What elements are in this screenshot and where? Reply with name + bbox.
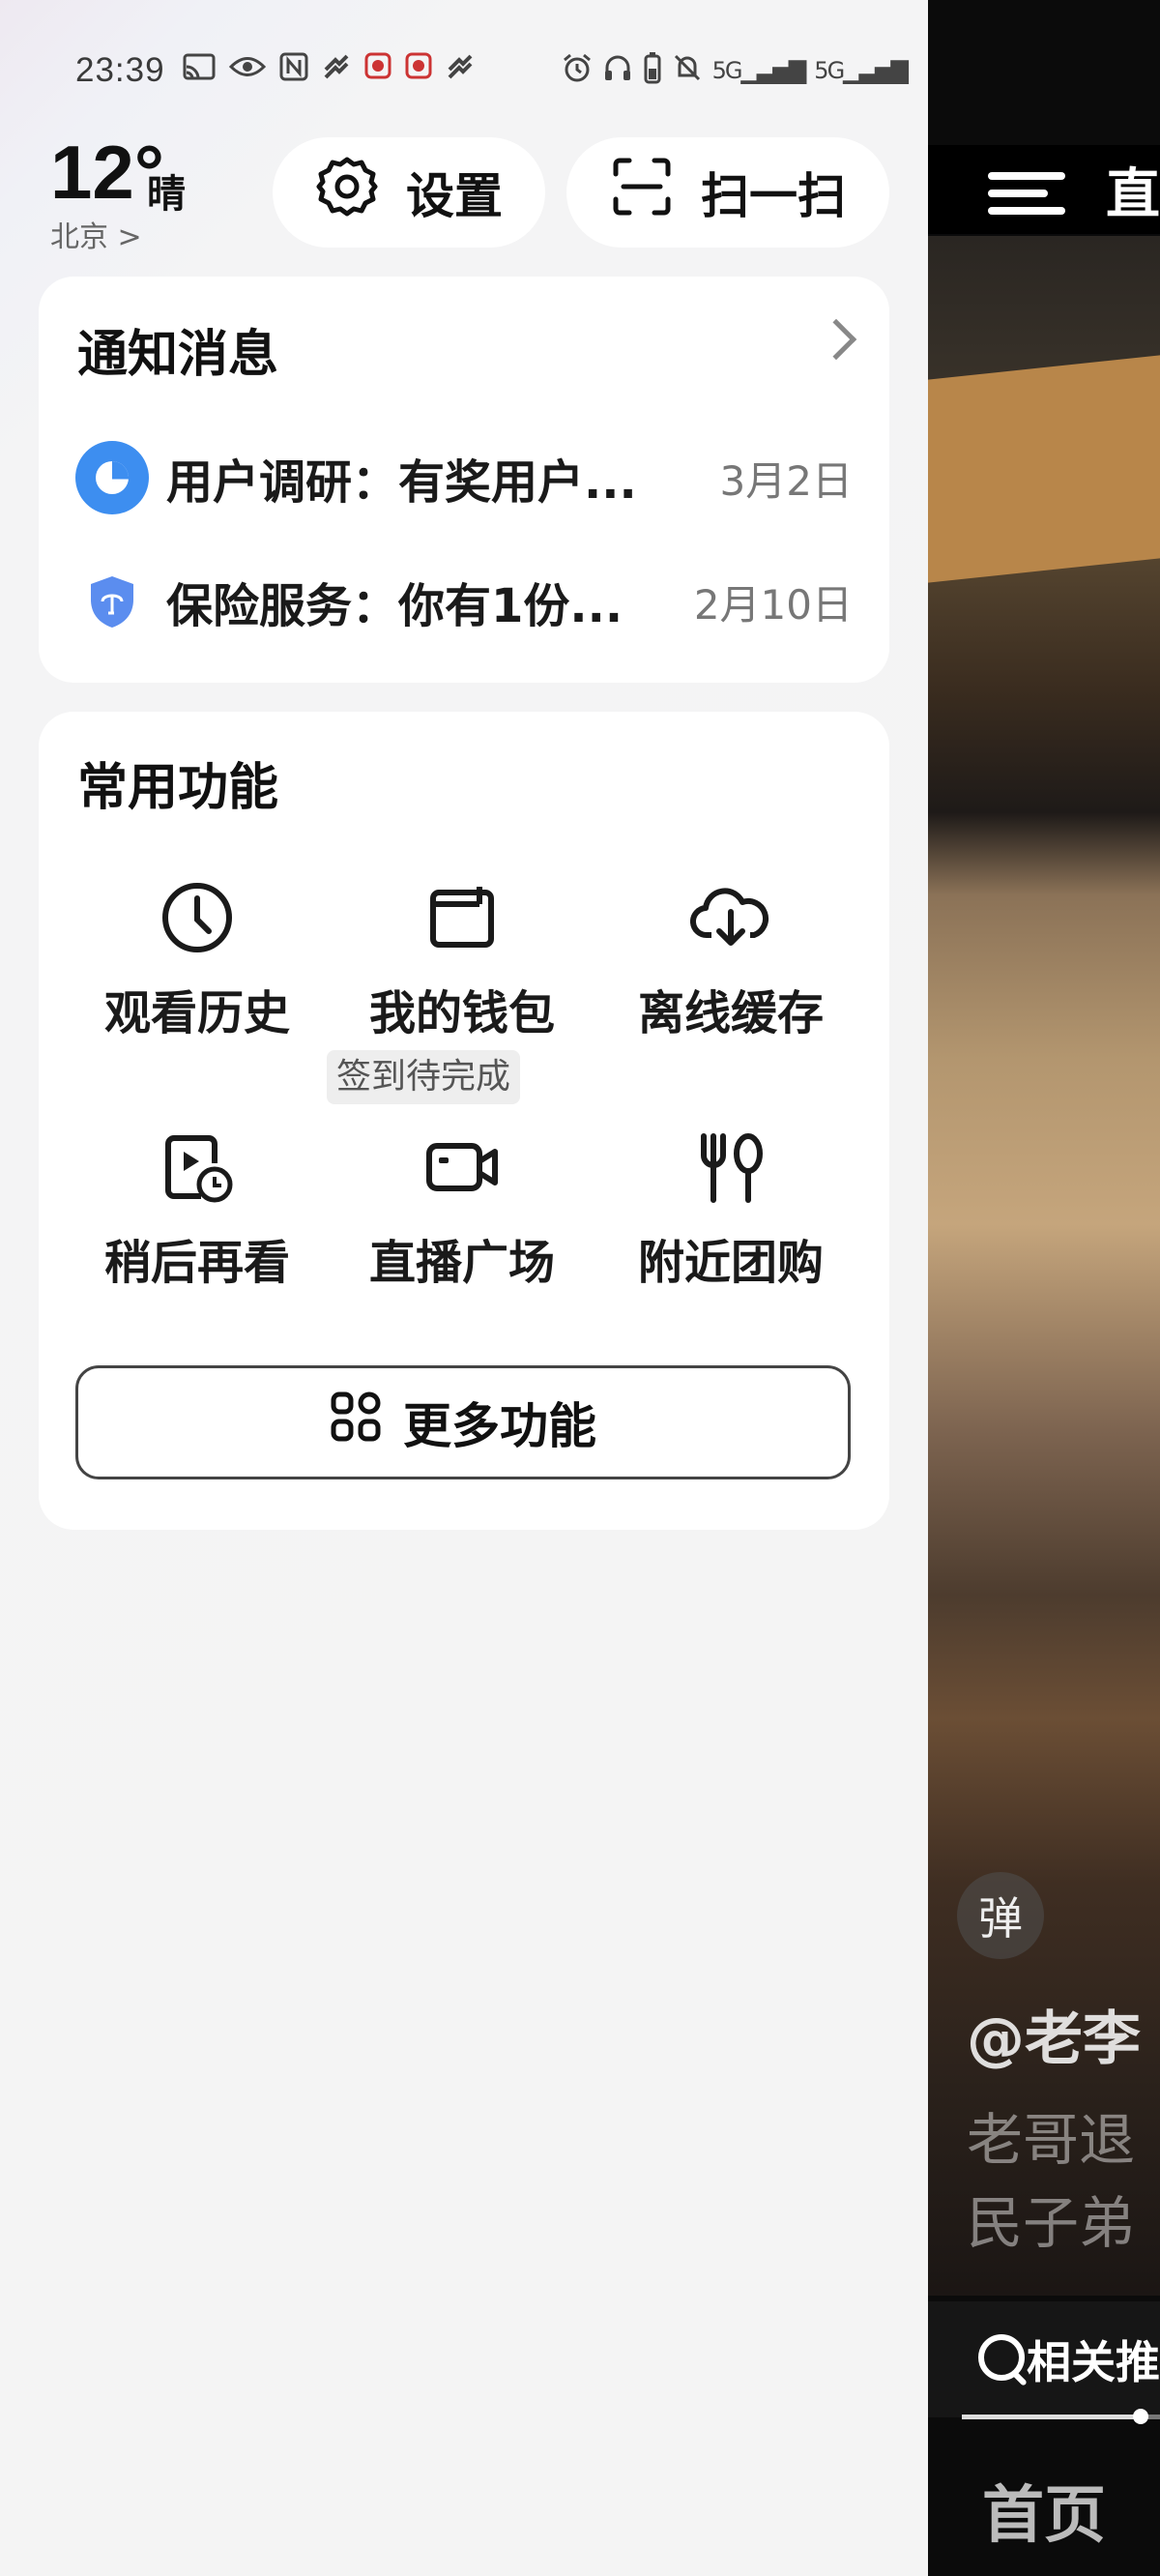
- status-bar: 23:39 5G▁▃▅▇ 5G▁▃▅▇: [75, 46, 909, 95]
- cast-icon: [183, 52, 216, 89]
- wallet-badge: 签到待完成: [327, 1050, 521, 1104]
- status-icons-right: 5G▁▃▅▇ 5G▁▃▅▇: [562, 51, 909, 91]
- notification-item[interactable]: 保险服务：你有1份... 2月10日: [75, 563, 853, 640]
- status-icons-left: [183, 52, 475, 89]
- tab-home[interactable]: 首页: [982, 2466, 1106, 2555]
- scan-button[interactable]: 扫一扫: [566, 137, 889, 248]
- shield-icon: [75, 565, 149, 638]
- menu-icon[interactable]: [988, 161, 1065, 219]
- gear-icon: [315, 155, 379, 230]
- background-top-text[interactable]: 直: [1106, 151, 1160, 229]
- search-icon: [976, 2332, 1025, 2386]
- app-icon: [446, 52, 475, 89]
- function-label: 观看历史: [103, 986, 290, 1040]
- survey-icon: [75, 441, 149, 514]
- video-progress-handle[interactable]: [1132, 2409, 1148, 2424]
- watch-later-icon: [154, 1124, 241, 1211]
- settings-button[interactable]: 设置: [273, 137, 545, 248]
- network-label: 5G: [814, 57, 845, 84]
- more-functions-label: 更多功能: [403, 1398, 596, 1454]
- video-description: 老哥退 民子弟: [967, 2098, 1135, 2265]
- function-offline-cache[interactable]: 离线缓存: [595, 874, 866, 1042]
- function-label: 附近团购: [637, 1236, 824, 1290]
- function-label: 我的钱包: [368, 986, 555, 1040]
- settings-label: 设置: [406, 168, 503, 224]
- headphones-icon: [602, 52, 633, 90]
- battery-icon: [643, 51, 662, 91]
- nfc-icon: [279, 52, 308, 89]
- wallet-icon: [419, 874, 506, 961]
- function-wallet[interactable]: 我的钱包: [327, 874, 597, 1042]
- background-top-bar: 直: [928, 145, 1160, 234]
- alarm-icon: [562, 52, 593, 90]
- signal-icon: 5G▁▃▅▇: [814, 57, 909, 84]
- scan-icon: [610, 155, 674, 230]
- side-drawer: 23:39 5G▁▃▅▇ 5G▁▃▅▇ 12° 晴 北京 > 设置 扫一扫 通知…: [0, 0, 928, 2576]
- weather-city[interactable]: 北京 >: [50, 213, 142, 255]
- notification-text: 用户调研：有奖用户...: [166, 455, 637, 510]
- video-progress-bar[interactable]: [962, 2409, 1160, 2424]
- scan-label: 扫一扫: [701, 168, 846, 224]
- danmu-toggle-button[interactable]: 弹: [957, 1872, 1044, 1959]
- function-live-plaza[interactable]: 直播广场: [327, 1124, 597, 1292]
- network-label: 5G: [711, 57, 743, 84]
- video-description-line: 老哥退: [967, 2107, 1136, 2173]
- more-functions-button[interactable]: 更多功能: [75, 1365, 851, 1479]
- function-label: 离线缓存: [637, 986, 824, 1040]
- function-watch-history[interactable]: 观看历史: [62, 874, 333, 1042]
- chevron-right-icon[interactable]: [815, 318, 857, 361]
- weather-condition: 晴: [147, 172, 186, 217]
- function-watch-later[interactable]: 稍后再看: [62, 1124, 333, 1292]
- video-progress-fill: [962, 2415, 1141, 2419]
- app-icon: [322, 52, 351, 89]
- video-author[interactable]: @老李: [967, 1992, 1141, 2076]
- weather-widget[interactable]: 12° 晴 北京 >: [50, 133, 263, 254]
- cloud-download-icon: [687, 874, 774, 961]
- function-nearby-deals[interactable]: 附近团购: [595, 1124, 866, 1292]
- signal-icon: 5G▁▃▅▇: [711, 57, 807, 84]
- video-scene-sign: [928, 355, 1160, 583]
- app-icon: [364, 52, 392, 89]
- video-camera-icon: [419, 1124, 506, 1211]
- background-app: 直 弹 @老李 老哥退 民子弟 相关推 首页: [928, 0, 1160, 2576]
- notification-date: 3月2日: [719, 456, 853, 505]
- clock-icon: [154, 874, 241, 961]
- notifications-card: 通知消息 用户调研：有奖用户... 3月2日 保险服务：你有1份... 2月10…: [39, 277, 889, 683]
- related-search-bar[interactable]: 相关推: [928, 2301, 1160, 2417]
- app-icon: [405, 52, 432, 89]
- fork-spoon-icon: [687, 1124, 774, 1211]
- function-label: 稍后再看: [103, 1236, 290, 1290]
- eye-icon: [228, 52, 266, 89]
- mute-icon: [672, 52, 703, 90]
- notification-item[interactable]: 用户调研：有奖用户... 3月2日: [75, 439, 853, 516]
- related-search-text: 相关推: [1027, 2336, 1160, 2388]
- video-description-line: 民子弟: [967, 2190, 1136, 2256]
- notifications-title[interactable]: 通知消息: [77, 313, 278, 386]
- grid-icon: [330, 1390, 382, 1454]
- function-label: 直播广场: [368, 1236, 555, 1290]
- functions-title: 常用功能: [77, 759, 279, 817]
- notification-date: 2月10日: [693, 580, 853, 629]
- status-time: 23:39: [75, 51, 165, 89]
- notification-text: 保险服务：你有1份...: [166, 579, 624, 633]
